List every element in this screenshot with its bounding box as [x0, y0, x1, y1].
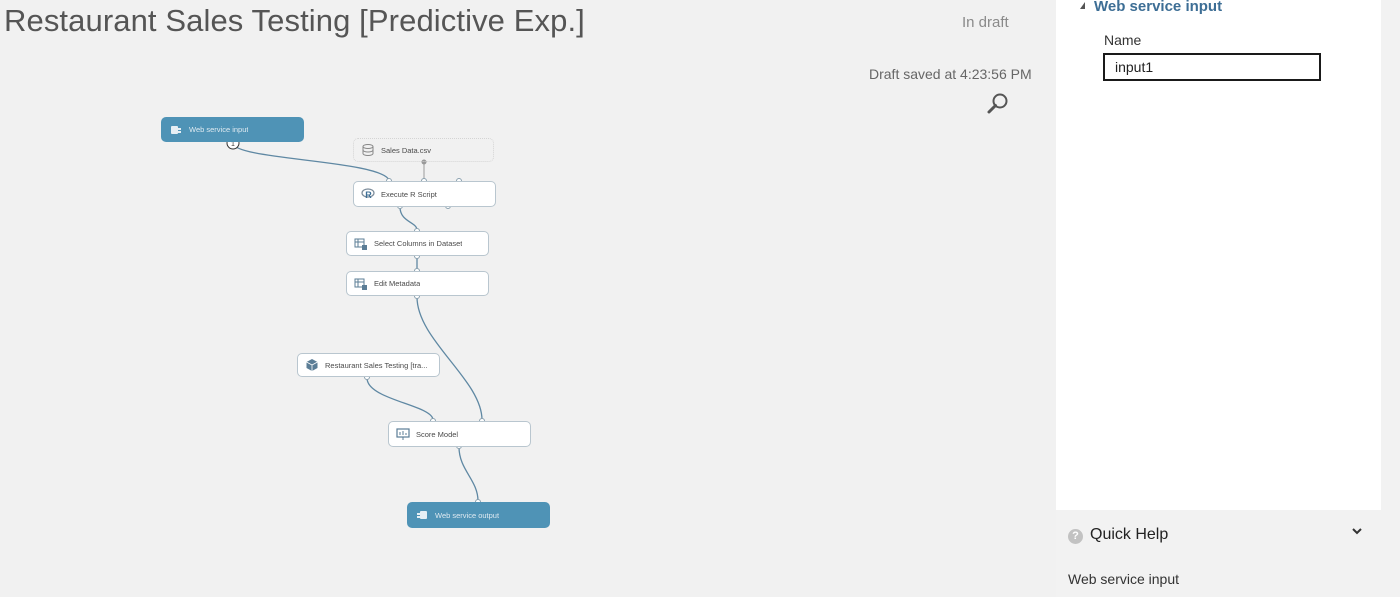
properties-section-header[interactable]: Web service input — [1080, 0, 1222, 15]
module-label: Edit Metadata — [374, 279, 421, 288]
module-web-service-output[interactable]: Web service output — [407, 502, 550, 528]
name-field-label: Name — [1104, 32, 1142, 48]
module-select-columns[interactable]: Select Columns in Dataset — [346, 231, 489, 256]
web-service-input-icon — [171, 125, 181, 134]
app-window: Restaurant Sales Testing [Predictive Exp… — [0, 0, 1400, 597]
module-label: Score Model — [416, 429, 459, 439]
svg-text:1: 1 — [231, 141, 235, 148]
properties-panel: Web service input Name — [1056, 0, 1381, 510]
module-execute-r-script[interactable]: R Execute R Script — [353, 181, 496, 207]
module-score-model[interactable]: Score Model — [388, 421, 531, 447]
module-label: Select Columns in Dataset — [374, 239, 463, 248]
module-label: Sales Data.csv — [381, 145, 432, 155]
quick-help-panel: ? Quick Help Web service input — [1056, 510, 1381, 597]
help-icon: ? — [1068, 529, 1083, 544]
collapse-triangle-icon[interactable] — [1080, 2, 1085, 9]
properties-section-title: Web service input — [1094, 0, 1223, 15]
module-trained-model[interactable]: Restaurant Sales Testing [tra... — [297, 353, 440, 377]
experiment-canvas[interactable]: Restaurant Sales Testing [Predictive Exp… — [0, 0, 1056, 597]
dataset-icon — [362, 144, 374, 156]
module-label: Restaurant Sales Testing [tra... — [325, 360, 428, 370]
quick-help-body: Web service input — [1068, 571, 1180, 587]
score-model-icon — [396, 428, 410, 440]
r-script-icon: R — [361, 188, 375, 200]
module-edit-metadata[interactable]: Edit Metadata — [346, 271, 489, 296]
module-web-service-input[interactable]: Web service input — [161, 117, 304, 142]
scrollbar-track[interactable] — [1381, 0, 1400, 597]
module-sales-data[interactable]: Sales Data.csv — [353, 138, 494, 162]
module-label: Execute R Script — [381, 189, 437, 199]
table-icon — [354, 278, 367, 290]
svg-text:R: R — [365, 190, 372, 200]
module-label: Web service input — [189, 125, 249, 134]
module-label: Web service output — [435, 510, 500, 520]
table-icon — [354, 238, 367, 250]
trained-model-icon — [306, 359, 318, 371]
name-field[interactable] — [1103, 53, 1321, 81]
web-service-output-icon — [417, 511, 427, 519]
chevron-down-icon[interactable] — [1350, 526, 1364, 538]
quick-help-title: Quick Help — [1090, 526, 1169, 543]
